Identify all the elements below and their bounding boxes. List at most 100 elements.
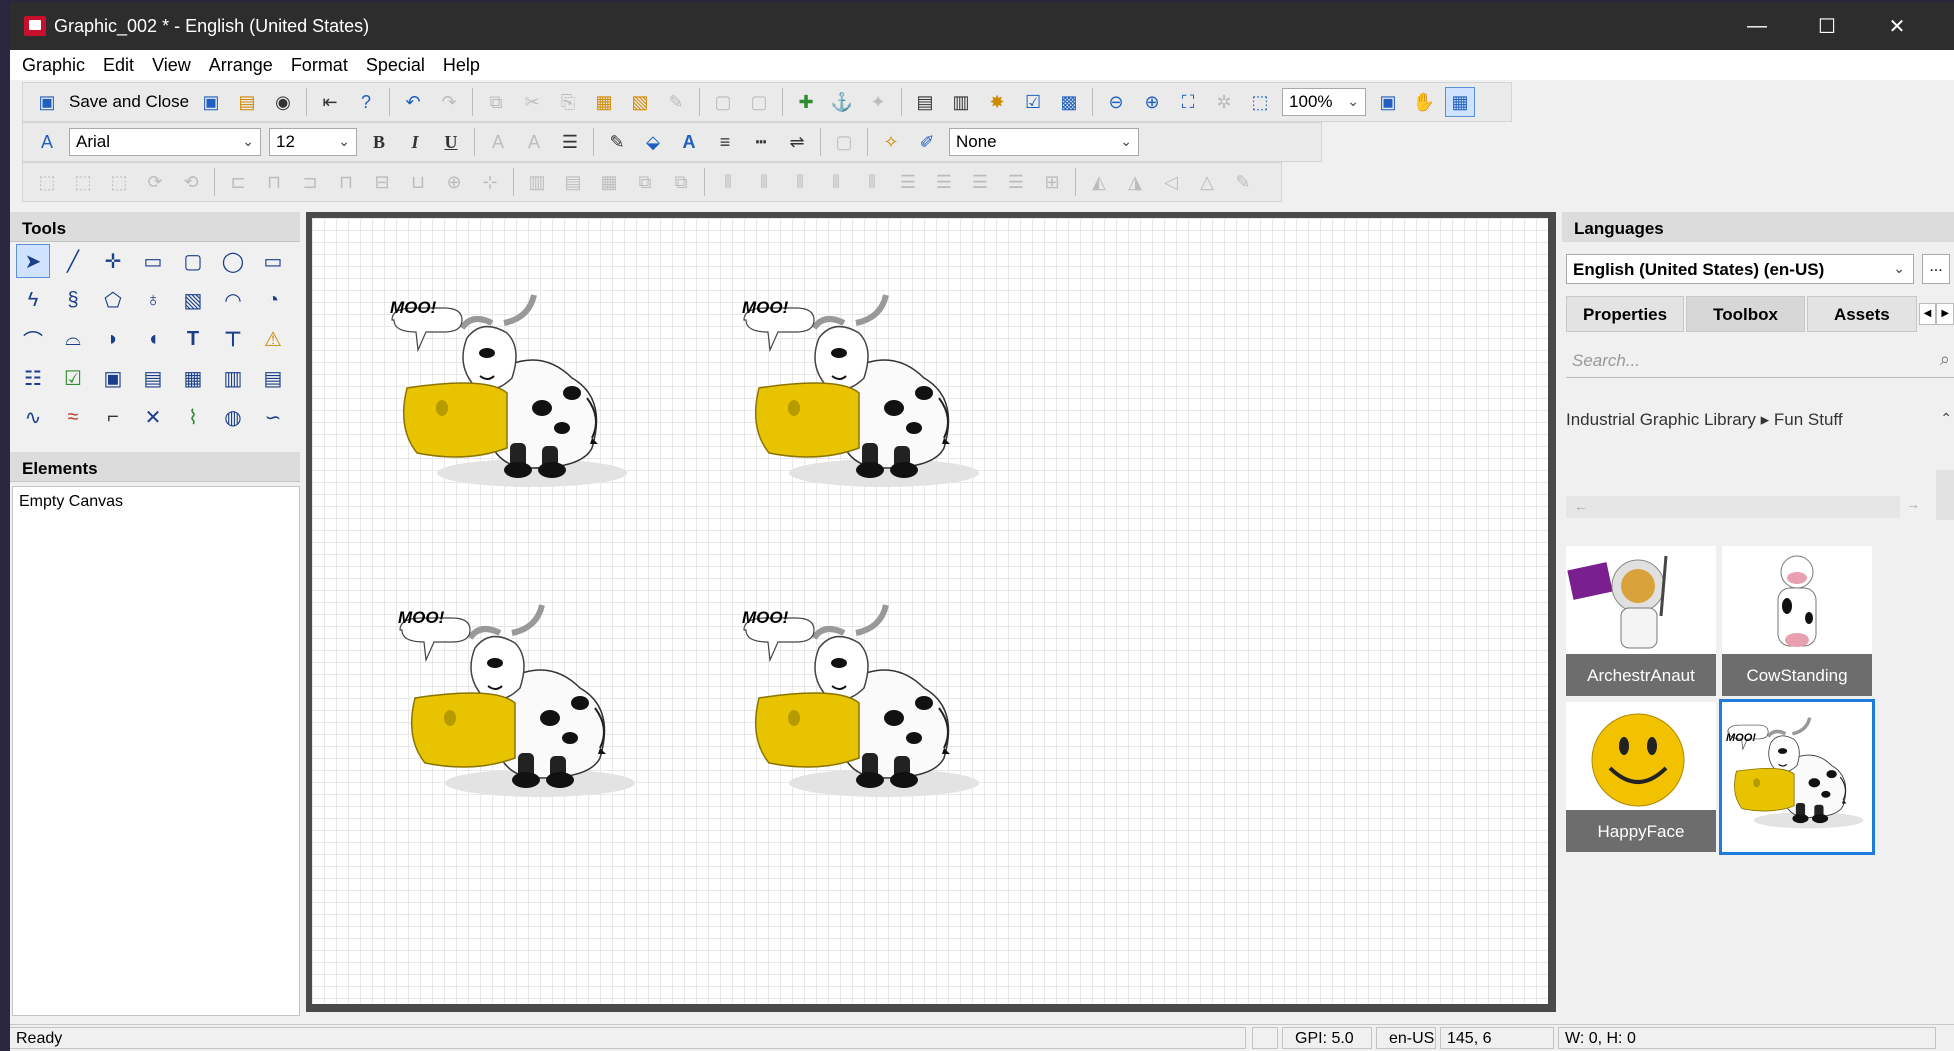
wave-tool-icon[interactable]: ∽ <box>256 400 290 434</box>
asset-happyface[interactable]: HappyFace <box>1566 702 1716 852</box>
list-tool-icon[interactable]: ☷ <box>16 361 50 395</box>
save-as-icon[interactable]: ▤ <box>232 87 262 117</box>
spacing-v-inc-icon[interactable]: ☰ <box>929 167 959 197</box>
make-same-size-icon[interactable]: ▦ <box>594 167 624 197</box>
cow-graphic[interactable]: MOO! <box>390 598 650 818</box>
two-point-pie-tool-icon[interactable]: ◗ <box>96 322 130 356</box>
combo-box-tool-icon[interactable]: ▤ <box>136 361 170 395</box>
list-item[interactable]: Empty Canvas <box>13 487 299 511</box>
text-color-icon[interactable]: A <box>674 127 704 157</box>
language-more-button[interactable]: ... <box>1922 254 1950 284</box>
font-shrink-icon[interactable]: A <box>519 127 549 157</box>
connector-tool-icon[interactable]: ⌐ <box>96 400 130 434</box>
rotate-left-icon[interactable]: ◁ <box>1156 167 1186 197</box>
align-middle-icon[interactable]: ⊟ <box>367 167 397 197</box>
menu-view[interactable]: View <box>152 55 191 76</box>
menu-arrange[interactable]: Arrange <box>209 55 273 76</box>
button-tool-icon[interactable]: ▭ <box>256 244 290 278</box>
zoom-area-icon[interactable]: ⬚ <box>1245 87 1275 117</box>
listbox-tool-icon[interactable]: ▤ <box>256 361 290 395</box>
send-back-icon[interactable]: ⧉ <box>666 167 696 197</box>
anchor-icon[interactable]: ⚓ <box>827 87 857 117</box>
image-tool-icon[interactable]: ▧ <box>176 283 210 317</box>
tab-scroll-right-icon[interactable]: ▶ <box>1936 303 1954 325</box>
fill-color-icon[interactable]: ⬙ <box>638 127 668 157</box>
minimize-button[interactable]: — <box>1722 2 1792 50</box>
animation-icon[interactable]: ✸ <box>982 87 1012 117</box>
clipboard-icon[interactable]: ▧ <box>625 87 655 117</box>
asset-cowstanding[interactable]: CowStanding <box>1722 546 1872 696</box>
font-style-icon[interactable]: A <box>32 127 62 157</box>
hv-line-tool-icon[interactable]: ✛ <box>96 244 130 278</box>
grid-icon[interactable]: ▦ <box>1445 87 1476 117</box>
script-icon[interactable]: ✦ <box>863 87 893 117</box>
align-points-icon[interactable]: ⊹ <box>475 167 505 197</box>
align-top-icon[interactable]: ⊓ <box>331 167 361 197</box>
drawing-canvas[interactable]: MOO! MOO! MOO! MOO! <box>312 218 1548 1004</box>
spacing-inc-icon[interactable]: ⫴ <box>821 167 851 197</box>
align-left-icon[interactable]: ⊏ <box>223 167 253 197</box>
font-size-combo[interactable]: 12 ⌄ <box>269 128 357 156</box>
language-combo[interactable]: English (United States) (en-US) ⌄ <box>1566 254 1914 284</box>
checkbox-tool-icon[interactable]: ☑ <box>56 361 90 395</box>
menu-edit[interactable]: Edit <box>103 55 134 76</box>
disc-icon[interactable]: ◉ <box>268 87 298 117</box>
align-right-icon[interactable]: ⊐ <box>295 167 325 197</box>
cow-graphic[interactable]: MOO! <box>734 598 994 818</box>
horizontal-scrollbar[interactable]: ← <box>1566 496 1900 518</box>
spline-tool-icon[interactable]: ⌇ <box>176 400 210 434</box>
save-close-button[interactable]: Save and Close <box>69 92 189 112</box>
duplicate-icon[interactable]: ⧉ <box>481 87 511 117</box>
pan-zoom-window-icon[interactable]: ▣ <box>1373 87 1403 117</box>
group-icon[interactable]: ▢ <box>708 87 738 117</box>
asset-archestranaut[interactable]: ArchestrAnaut <box>1566 546 1716 696</box>
save-icon[interactable]: ▣ <box>196 87 226 117</box>
tab-properties[interactable]: Properties <box>1566 296 1685 332</box>
cut-icon[interactable]: ✂ <box>517 87 547 117</box>
zoom-fit-icon[interactable]: ⛶ <box>1173 87 1203 117</box>
spacing-v-dec-icon[interactable]: ☰ <box>965 167 995 197</box>
browse-icon[interactable]: ▩ <box>1054 87 1084 117</box>
spacing-v-equal-icon[interactable]: ☰ <box>1001 167 1031 197</box>
edit-end-icon[interactable]: ⬚ <box>104 167 134 197</box>
asset-cow-moo[interactable]: MOO! <box>1719 699 1875 855</box>
ellipse-tool-icon[interactable]: ◯ <box>216 244 250 278</box>
zoom-selection-icon[interactable]: ✲ <box>1209 87 1239 117</box>
menu-special[interactable]: Special <box>366 55 425 76</box>
save-close-icon[interactable]: ▣ <box>32 87 62 117</box>
paste-icon[interactable]: ▦ <box>589 87 619 117</box>
trend-curve-tool-icon[interactable]: ≈ <box>56 400 90 434</box>
menu-format[interactable]: Format <box>291 55 348 76</box>
zoom-out-icon[interactable]: ⊖ <box>1101 87 1131 117</box>
curve-tool-icon[interactable]: § <box>56 283 90 317</box>
cow-graphic[interactable]: MOO! <box>734 288 994 508</box>
pointer-tool-icon[interactable]: ➤ <box>16 244 50 278</box>
embed-symbol-icon[interactable]: ▥ <box>946 87 976 117</box>
arrow-right-icon[interactable]: → <box>1906 496 1926 518</box>
spacing-v-remove-icon[interactable]: ⊞ <box>1037 167 1067 197</box>
two-point-arc-tool-icon[interactable]: ⌒ <box>16 322 50 356</box>
datetime-tool-icon[interactable]: ▥ <box>216 361 250 395</box>
tab-toolbox[interactable]: Toolbox <box>1686 296 1805 332</box>
line-pattern-icon[interactable]: ┅ <box>746 127 776 157</box>
flip-h-icon[interactable]: ◭ <box>1084 167 1114 197</box>
font-combo[interactable]: Arial ⌄ <box>69 128 261 156</box>
line-ends-icon[interactable]: ⇌ <box>782 127 812 157</box>
toolbox-search-input[interactable]: Search... ⌕ <box>1566 342 1954 378</box>
magic-wand-icon[interactable]: ✧ <box>876 127 906 157</box>
distribute-v-icon[interactable]: ⫴ <box>749 167 779 197</box>
validate-icon[interactable]: ☑ <box>1018 87 1048 117</box>
pick-style-icon[interactable]: ✐ <box>912 127 942 157</box>
help-icon[interactable]: ? <box>351 87 381 117</box>
calendar-tool-icon[interactable]: ▦ <box>176 361 210 395</box>
maximize-button[interactable]: ☐ <box>1792 2 1862 50</box>
edit-box-tool-icon[interactable]: ▣ <box>96 361 130 395</box>
redo-icon[interactable]: ↷ <box>434 87 464 117</box>
text-align-icon[interactable]: ☰ <box>555 127 585 157</box>
rounded-rectangle-tool-icon[interactable]: ▢ <box>176 244 210 278</box>
hand-icon[interactable]: ✋ <box>1409 87 1439 117</box>
rotate-icon[interactable]: ⟳ <box>140 167 170 197</box>
line-tool-icon[interactable]: ╱ <box>56 244 90 278</box>
library-breadcrumb[interactable]: Industrial Graphic Library ▸ Fun Stuff ⌃ <box>1566 410 1954 436</box>
radial-tool-icon[interactable]: ◍ <box>216 400 250 434</box>
